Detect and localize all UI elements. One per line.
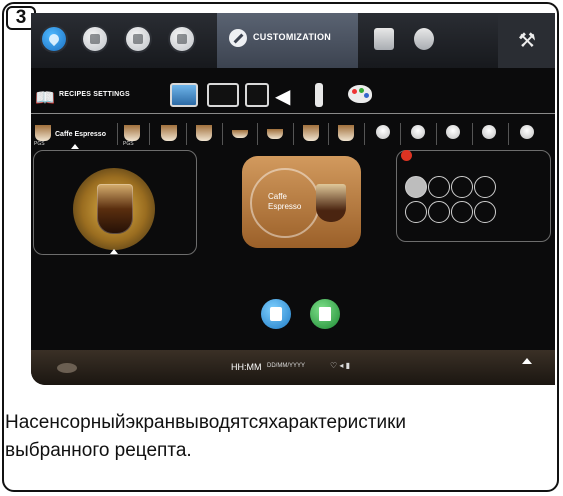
cup-slot[interactable] [428, 201, 450, 223]
instruction-caption: Насенсорныйэкранвыводятсяхарактеристики … [5, 409, 561, 465]
cup-slot[interactable] [405, 176, 427, 198]
recipe-thumb[interactable] [446, 125, 460, 139]
tab-recipes-settings[interactable]: RECIPES SETTINGS [59, 91, 130, 98]
tab-customization-label: CUSTOMIZATION [253, 32, 332, 42]
bottle-icon[interactable] [315, 83, 323, 107]
standby-icon[interactable] [245, 83, 269, 107]
chevron-up-icon[interactable] [522, 358, 532, 364]
edit-button[interactable] [261, 299, 291, 329]
recipe-thumb[interactable] [124, 125, 140, 141]
espresso-cup-image [97, 184, 133, 234]
cup-slot[interactable] [451, 201, 473, 223]
selected-indicator [110, 249, 118, 254]
volume-icon[interactable]: ◀ [275, 84, 290, 109]
cup-slot[interactable] [451, 176, 473, 198]
cup-slot[interactable] [474, 176, 496, 198]
separator [186, 123, 187, 145]
recipe-thumb[interactable] [520, 125, 534, 139]
user-icon[interactable] [414, 28, 434, 50]
separator [508, 123, 509, 145]
customization-subtabs: 📖 RECIPES SETTINGS ◀ [31, 75, 555, 115]
recipe-card[interactable]: Caffe Espresso [242, 156, 361, 248]
info-icon[interactable] [170, 27, 194, 51]
screen-saver-icon[interactable] [207, 83, 239, 107]
separator [117, 123, 118, 145]
recipe-thumb[interactable] [232, 130, 248, 138]
tab-settings[interactable]: ⚒ [498, 13, 555, 68]
recipe-thumb[interactable] [482, 125, 496, 139]
recipe-thumb[interactable] [376, 125, 390, 139]
recipe-thumb[interactable] [267, 129, 283, 139]
recipe-thumb[interactable] [303, 125, 319, 141]
caption-line-2: выбранного рецепта. [5, 440, 192, 461]
pgs-label: PGS [123, 141, 134, 147]
separator [472, 123, 473, 145]
date-display: DD/MM/YYYY [267, 363, 306, 369]
calendar-icon[interactable] [374, 28, 394, 50]
separator [149, 123, 150, 145]
book-icon: 📖 [35, 90, 55, 107]
cup-slot[interactable] [474, 201, 496, 223]
pen-icon [229, 29, 247, 47]
selected-recipe-label[interactable]: Caffe Espresso [55, 131, 106, 138]
status-icons: ♡ ◂ ▮ [330, 361, 351, 370]
pgs-label: PGS [34, 141, 45, 147]
cup-slot[interactable] [405, 201, 427, 223]
separator [328, 123, 329, 145]
save-button[interactable] [310, 299, 340, 329]
top-navigation-bar: CUSTOMIZATION ⚒ [31, 13, 555, 68]
water-drop-icon[interactable] [42, 27, 66, 51]
divider [31, 113, 555, 114]
tab-customization[interactable]: CUSTOMIZATION [217, 13, 358, 68]
recipe-thumb[interactable] [161, 125, 177, 141]
alert-badge [401, 150, 412, 161]
display-icon[interactable] [170, 83, 198, 107]
screen-icon[interactable] [126, 27, 150, 51]
recipe-cup-image [316, 184, 346, 222]
separator [222, 123, 223, 145]
recipe-thumb[interactable] [411, 125, 425, 139]
machine-touchscreen: CUSTOMIZATION ⚒ 📖 RECIPES SETTINGS ◀ PGS… [31, 13, 555, 385]
wrench-icon: ⚒ [518, 30, 536, 52]
separator [400, 123, 401, 145]
recipe-selector-row: PGS Caffe Espresso PGS [31, 119, 555, 149]
separator [436, 123, 437, 145]
recipe-card-name: Caffe Espresso [268, 192, 302, 211]
recipe-thumb[interactable] [35, 125, 51, 141]
separator [364, 123, 365, 145]
palette-icon[interactable] [348, 85, 372, 103]
home-icon[interactable] [57, 363, 77, 373]
selected-indicator [71, 144, 79, 149]
recipe-thumb[interactable] [196, 125, 212, 141]
separator [257, 123, 258, 145]
separator [293, 123, 294, 145]
caption-line-1: Насенсорныйэкранвыводятсяхарактеристики [5, 412, 407, 433]
time-display: HH:MM [231, 362, 262, 372]
status-bar: HH:MM DD/MM/YYYY ♡ ◂ ▮ [31, 350, 555, 385]
recipe-thumb[interactable] [338, 125, 354, 141]
cup-slot[interactable] [428, 176, 450, 198]
clock-icon[interactable] [83, 27, 107, 51]
